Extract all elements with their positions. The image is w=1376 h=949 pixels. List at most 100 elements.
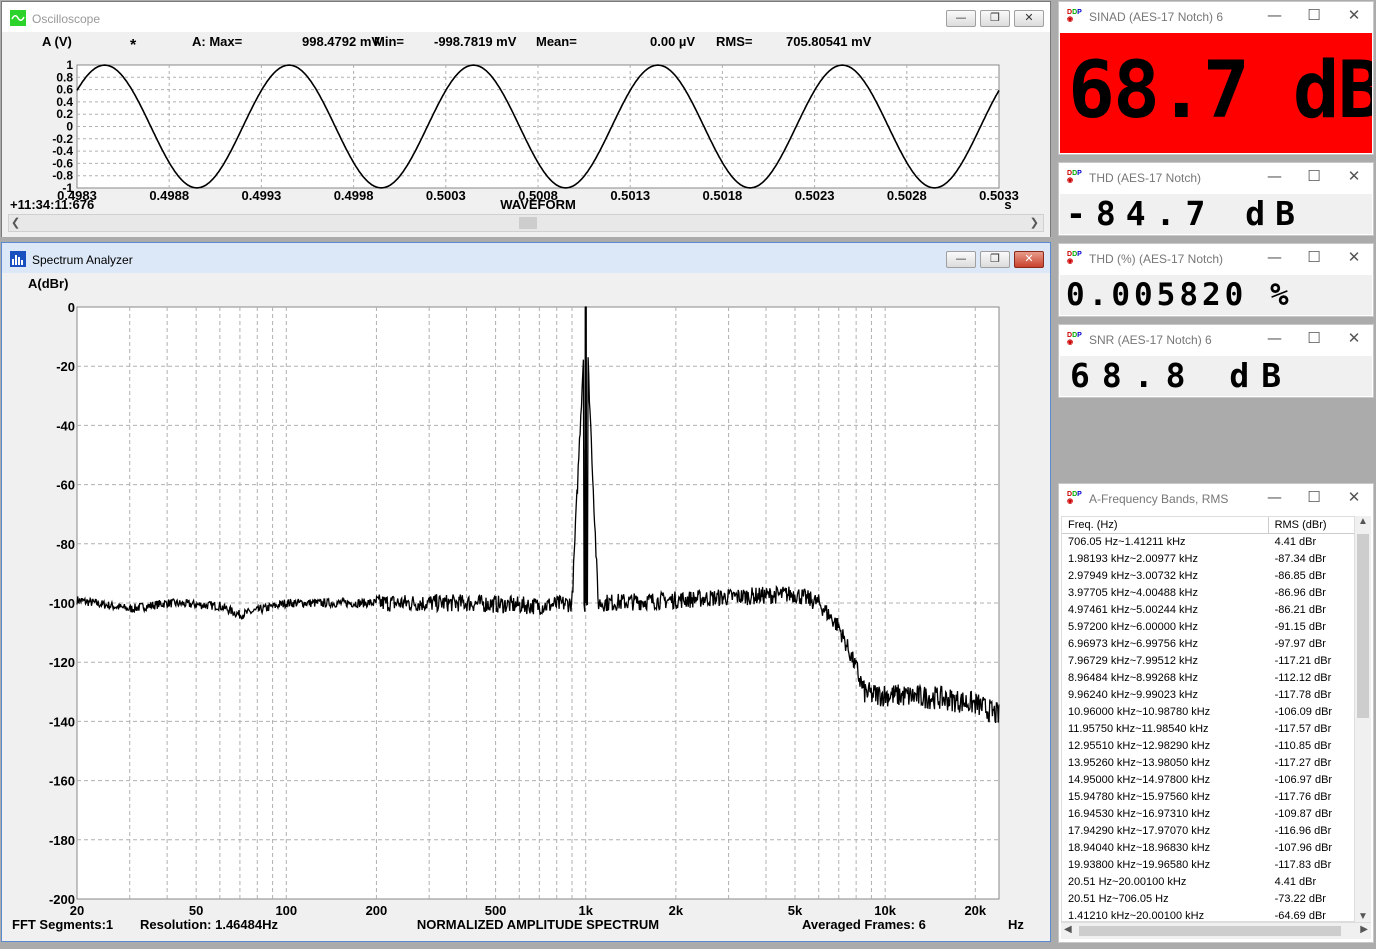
spec-y-tick-label: 0 (68, 300, 75, 315)
table-row[interactable]: 3.97705 kHz~4.00488 kHz -86.96 dBr (1062, 585, 1358, 602)
maximize-button[interactable]: ☐ (1307, 488, 1321, 506)
spec-y-tick-label: -80 (56, 537, 75, 552)
spectrum-titlebar[interactable]: Spectrum Analyzer — ❐ ✕ (2, 243, 1050, 273)
spec-x-tick-label: 200 (366, 903, 388, 918)
sinad-titlebar[interactable]: DDP ◉ SINAD (AES-17 Notch) 6 — ☐ ✕ (1059, 2, 1373, 32)
thd-percent-readout: 0.005820 % (1060, 275, 1372, 315)
band-rms-cell: -110.85 dBr (1274, 740, 1332, 752)
table-row[interactable]: 706.05 Hz~1.41211 kHz 4.41 dBr (1062, 534, 1358, 551)
bands-horizontal-scrollbar[interactable]: ◀ ▶ (1061, 922, 1371, 939)
sinad-title: SINAD (AES-17 Notch) 6 (1089, 10, 1224, 24)
table-row[interactable]: 13.95260 kHz~13.98050 kHz -117.27 dBr (1062, 755, 1358, 772)
osc-max-label: A: Max= (192, 34, 243, 49)
band-rms-cell: -117.78 dBr (1274, 689, 1332, 701)
band-frequency-cell: 16.94530 kHz~16.97310 kHz (1068, 808, 1211, 820)
scroll-up-icon[interactable]: ▲ (1355, 516, 1371, 527)
close-button[interactable]: ✕ (1347, 248, 1361, 266)
band-rms-cell: -116.96 dBr (1274, 825, 1332, 837)
close-button[interactable]: ✕ (1347, 488, 1361, 506)
osc-rms-label: RMS= (716, 34, 753, 49)
bands-table: Freq. (Hz) RMS (dBr) 706.05 Hz~1.41211 k… (1061, 516, 1359, 922)
restore-button[interactable]: ❐ (980, 10, 1010, 27)
bands-vertical-scrollbar[interactable]: ▲ ▼ (1354, 516, 1371, 922)
spec-x-tick-label: 50 (189, 903, 203, 918)
band-frequency-cell: 9.96240 kHz~9.99023 kHz (1068, 689, 1198, 701)
bands-titlebar[interactable]: DDP ◉ A-Frequency Bands, RMS — ☐ ✕ (1059, 484, 1373, 514)
snr-titlebar[interactable]: DDP ◉ SNR (AES-17 Notch) 6 — ☐ ✕ (1059, 325, 1373, 355)
column-header-freq[interactable]: Freq. (Hz) (1062, 517, 1269, 533)
scroll-right-icon[interactable]: ▶ (1360, 924, 1368, 935)
table-row[interactable]: 1.41210 kHz~20.00100 kHz -64.69 dBr (1062, 908, 1358, 921)
maximize-button[interactable]: ☐ (1307, 167, 1321, 185)
table-row[interactable]: 17.94290 kHz~17.97070 kHz -116.96 dBr (1062, 823, 1358, 840)
minimize-button[interactable]: — (946, 10, 976, 27)
osc-unit: s (1004, 197, 1011, 212)
close-button[interactable]: ✕ (1014, 10, 1044, 27)
restore-button[interactable]: ❐ (980, 251, 1010, 268)
table-row[interactable]: 18.94040 kHz~18.96830 kHz -107.96 dBr (1062, 840, 1358, 857)
table-row[interactable]: 16.94530 kHz~16.97310 kHz -109.87 dBr (1062, 806, 1358, 823)
maximize-button[interactable]: ☐ (1307, 6, 1321, 24)
thd-db-titlebar[interactable]: DDP ◉ THD (AES-17 Notch) — ☐ ✕ (1059, 163, 1373, 193)
minimize-button[interactable]: — (1267, 329, 1282, 347)
osc-scroll-thumb[interactable] (519, 217, 537, 229)
minimize-button[interactable]: — (1267, 6, 1282, 24)
close-button[interactable]: ✕ (1347, 167, 1361, 185)
maximize-button[interactable]: ☐ (1307, 248, 1321, 266)
osc-scroll-left-icon[interactable]: ❮ (11, 216, 20, 229)
band-frequency-cell: 2.97949 kHz~3.00732 kHz (1068, 570, 1198, 582)
oscilloscope-plot-area[interactable]: 0.4983 0.4988 0.4993 0.4998 0.5003 0.5008 0.50… (52, 58, 1019, 203)
column-header-rms[interactable]: RMS (dBr) (1269, 517, 1358, 533)
spectrum-icon (10, 251, 26, 267)
osc-scroll-right-icon[interactable]: ❯ (1030, 216, 1039, 229)
scroll-down-icon[interactable]: ▼ (1355, 911, 1371, 922)
osc-max-value: 998.4792 mV (302, 34, 380, 49)
band-rms-cell: -87.34 dBr (1274, 553, 1326, 565)
table-row[interactable]: 4.97461 kHz~5.00244 kHz -86.21 dBr (1062, 602, 1358, 619)
maximize-button[interactable]: ☐ (1307, 329, 1321, 347)
osc-horizontal-scrollbar[interactable]: ❮ ❯ (8, 214, 1044, 232)
table-row[interactable]: 9.96240 kHz~9.99023 kHz -117.78 dBr (1062, 687, 1358, 704)
spec-y-tick-label: -60 (56, 478, 75, 493)
close-button[interactable]: ✕ (1014, 251, 1044, 268)
osc-x-tick-label: 0.5033 (979, 188, 1019, 203)
table-row[interactable]: 12.95510 kHz~12.98290 kHz -110.85 dBr (1062, 738, 1358, 755)
spec-y-tick-label: -180 (49, 833, 75, 848)
band-frequency-cell: 19.93800 kHz~19.96580 kHz (1068, 859, 1211, 871)
ddp-icon: DDP ◉ (1067, 251, 1082, 265)
table-row[interactable]: 7.96729 kHz~7.99512 kHz -117.21 dBr (1062, 653, 1358, 670)
minimize-button[interactable]: — (1267, 488, 1282, 506)
table-row[interactable]: 10.96000 kHz~10.98780 kHz -106.09 dBr (1062, 704, 1358, 721)
bands-title: A-Frequency Bands, RMS (1089, 492, 1229, 506)
osc-x-tick-label: 0.4988 (149, 188, 189, 203)
table-row[interactable]: 15.94780 kHz~15.97560 kHz -117.76 dBr (1062, 789, 1358, 806)
scroll-left-icon[interactable]: ◀ (1064, 924, 1072, 935)
table-row[interactable]: 11.95750 kHz~11.98540 kHz -117.57 dBr (1062, 721, 1358, 738)
minimize-button[interactable]: — (946, 251, 976, 268)
ddp-icon: DDP ◉ (1067, 170, 1082, 184)
bands-hscroll-thumb[interactable] (1079, 926, 1341, 936)
minimize-button[interactable]: — (1267, 248, 1282, 266)
table-row[interactable]: 8.96484 kHz~8.99268 kHz -112.12 dBr (1062, 670, 1358, 687)
spec-xlabel: NORMALIZED AMPLITUDE SPECTRUM (417, 917, 659, 932)
close-button[interactable]: ✕ (1347, 329, 1361, 347)
cursor-marker-icon[interactable]: * (130, 37, 137, 54)
table-row[interactable]: 5.97200 kHz~6.00000 kHz -91.15 dBr (1062, 619, 1358, 636)
table-row[interactable]: 14.95000 kHz~14.97800 kHz -106.97 dBr (1062, 772, 1358, 789)
thd-percent-titlebar[interactable]: DDP ◉ THD (%) (AES-17 Notch) — ☐ ✕ (1059, 244, 1373, 274)
osc-xlabel: WAVEFORM (500, 197, 576, 212)
table-row[interactable]: 1.98193 kHz~2.00977 kHz -87.34 dBr (1062, 551, 1358, 568)
band-rms-cell: -86.96 dBr (1274, 587, 1326, 599)
close-button[interactable]: ✕ (1347, 6, 1361, 24)
bands-scroll-thumb[interactable] (1357, 534, 1369, 718)
thd-percent-title: THD (%) (AES-17 Notch) (1089, 252, 1224, 266)
spec-y-tick-label: -120 (49, 655, 75, 670)
table-row[interactable]: 2.97949 kHz~3.00732 kHz -86.85 dBr (1062, 568, 1358, 585)
spectrum-plot-area[interactable]: 0-20-40-60-80-100-120-140-160-180-20020 5… (49, 300, 1000, 918)
table-row[interactable]: 19.93800 kHz~19.96580 kHz -117.83 dBr (1062, 857, 1358, 874)
table-row[interactable]: 20.51 Hz~706.05 Hz -73.22 dBr (1062, 891, 1358, 908)
oscilloscope-titlebar[interactable]: Oscilloscope — ❐ ✕ (2, 2, 1050, 32)
table-row[interactable]: 6.96973 kHz~6.99756 kHz -97.97 dBr (1062, 636, 1358, 653)
minimize-button[interactable]: — (1267, 167, 1282, 185)
table-row[interactable]: 20.51 Hz~20.00100 kHz 4.41 dBr (1062, 874, 1358, 891)
